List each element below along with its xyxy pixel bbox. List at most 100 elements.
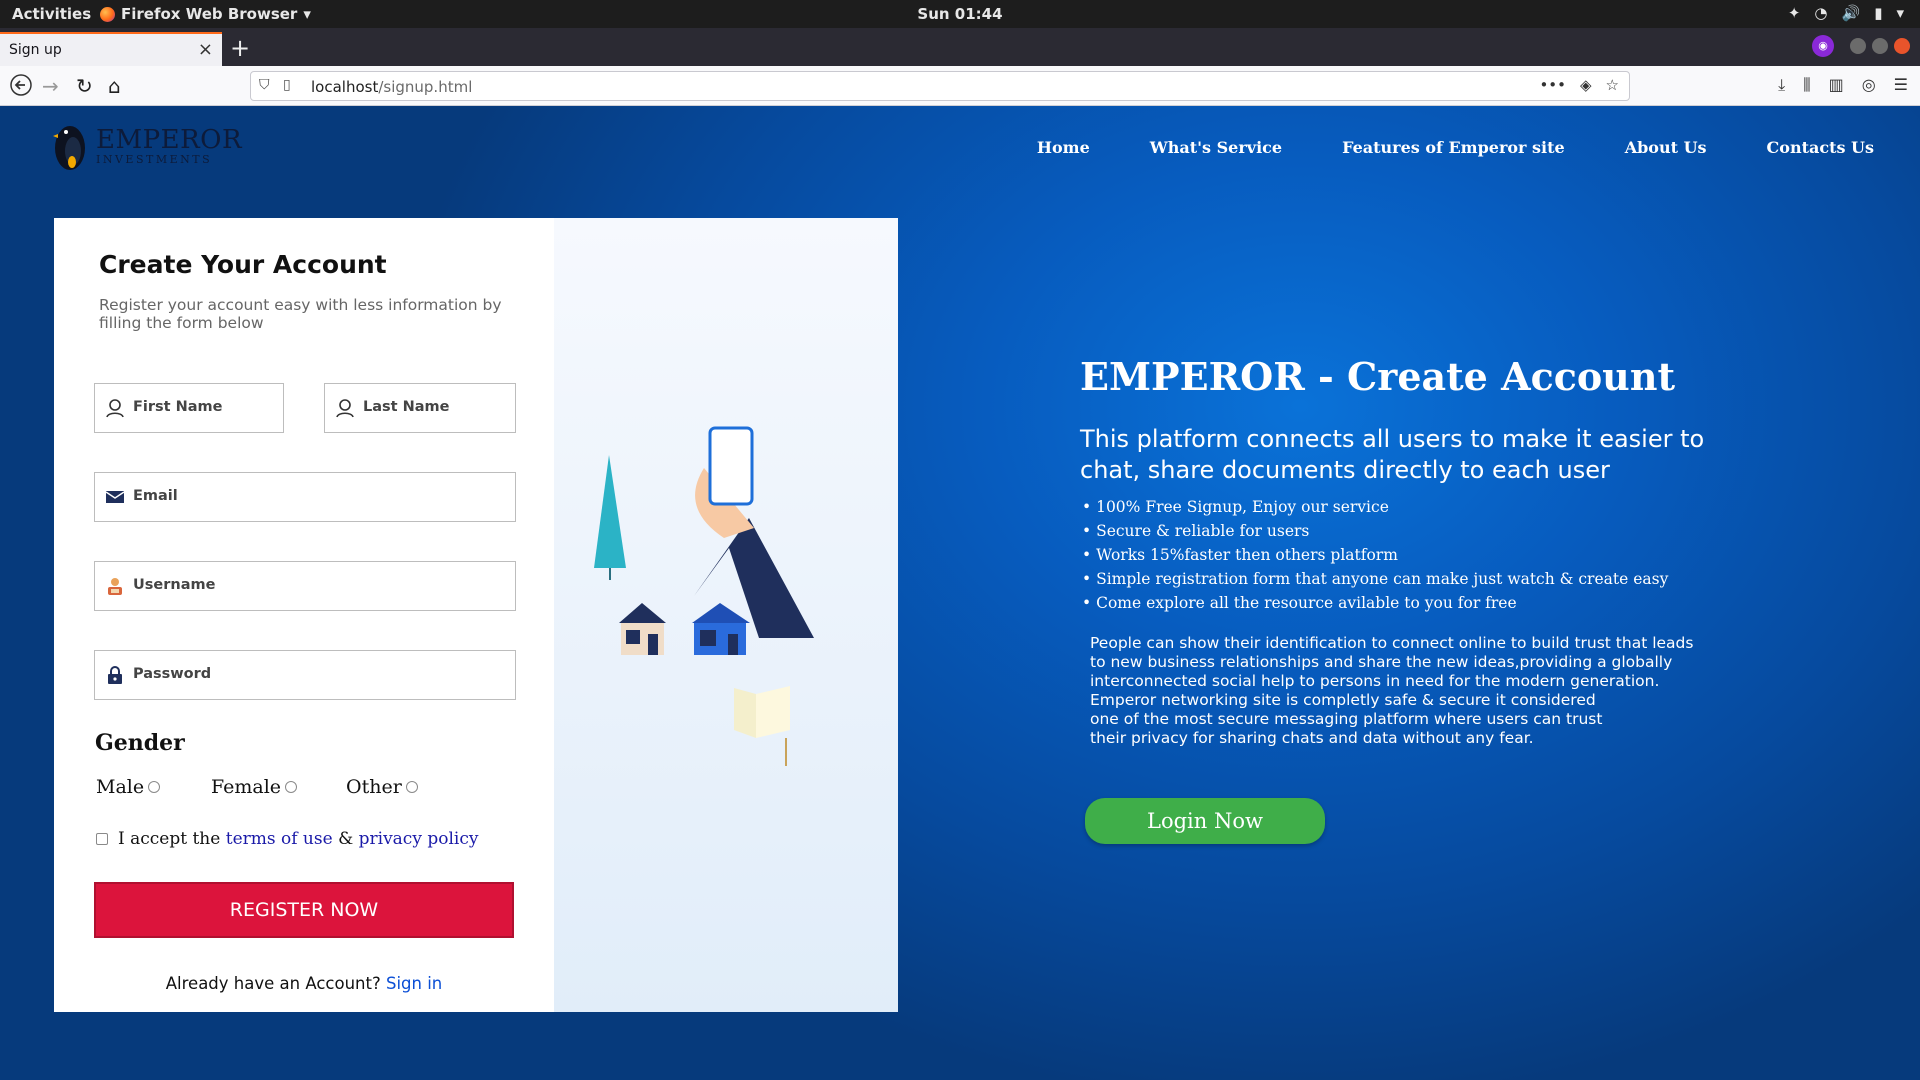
reload-button[interactable]: ↻ — [76, 74, 93, 98]
feature-item: 100% Free Signup, Enjoy our service — [1082, 498, 1668, 522]
feature-list: 100% Free Signup, Enjoy our service Secu… — [1082, 498, 1668, 618]
form-subtitle: Register your account easy with less inf… — [99, 296, 502, 332]
terms-and: & — [338, 829, 354, 849]
url-actions: ••• ◈ ☆ — [1539, 76, 1619, 94]
info-paragraph-line: interconnected social help to persons in… — [1090, 672, 1660, 690]
signin-prompt-text: Already have an Account? — [165, 974, 381, 993]
more-actions-icon[interactable]: ••• — [1539, 76, 1566, 94]
form-title: Create Your Account — [99, 250, 387, 279]
lock-icon — [108, 666, 122, 684]
downloads-icon[interactable]: ⤓ — [1778, 75, 1785, 95]
gender-male-radio[interactable] — [148, 781, 161, 793]
email-placeholder: Email — [133, 488, 178, 504]
dropbox-icon[interactable]: ✦ — [1788, 4, 1801, 22]
volume-icon[interactable]: 🔊 — [1842, 4, 1861, 22]
page-info-icon[interactable]: ▯ — [283, 77, 291, 93]
minimize-button[interactable] — [1850, 38, 1866, 54]
info-paragraph-line: Emperor networking site is completly saf… — [1090, 691, 1596, 709]
username-placeholder: Username — [133, 577, 216, 593]
first-name-field[interactable]: First Name — [94, 383, 284, 433]
navigation-toolbar: → ↻ ⌂ ⛉ ▯ localhost/signup.html ••• ◈ ☆ … — [0, 66, 1920, 106]
new-tab-button[interactable]: + — [230, 34, 250, 62]
hamburger-menu-icon[interactable]: ☰ — [1894, 75, 1908, 95]
system-top-bar: Activities Firefox Web Browser ▾ Sun 01:… — [0, 0, 1920, 28]
feature-item: Simple registration form that anyone can… — [1082, 570, 1668, 594]
nav-home[interactable]: Home — [1037, 138, 1090, 157]
private-browsing-icon: ◉ — [1812, 35, 1834, 57]
back-arrow-icon — [10, 74, 32, 96]
feature-item: Come explore all the resource avilable t… — [1082, 594, 1668, 618]
envelope-icon — [105, 491, 125, 503]
tab-title: Sign up — [9, 42, 62, 58]
site-nav: Home What's Service Features of Emperor … — [1037, 138, 1874, 157]
phone-hand-illustration — [594, 426, 814, 766]
tracking-shield-icon[interactable]: ⛉ — [259, 77, 270, 93]
username-field[interactable]: Username — [94, 561, 516, 611]
library-icon[interactable]: ⫼ — [1803, 75, 1810, 95]
info-paragraph: People can show their identification to … — [1090, 634, 1730, 748]
info-paragraph-line: to new business relationships and share … — [1090, 653, 1673, 671]
info-paragraph-line: their privacy for sharing chats and data… — [1090, 729, 1534, 747]
gender-female-radio[interactable] — [285, 781, 298, 793]
user-outline-icon — [336, 399, 354, 418]
toolbar-right: ⤓ ⫼ ▥ ◎ ☰ — [1778, 75, 1908, 95]
url-path: /signup.html — [378, 78, 473, 96]
gender-heading: Gender — [95, 730, 185, 756]
tab-signup[interactable]: Sign up × — [0, 32, 222, 66]
power-menu-icon[interactable]: ▾ — [1896, 4, 1904, 22]
page-content: EMPEROR INVESTMENTS Home What's Service … — [0, 106, 1920, 1080]
system-tray[interactable]: ✦ ◔ 🔊 ▮ ▾ — [1788, 4, 1904, 22]
gender-male-label: Male — [96, 776, 145, 798]
nav-about[interactable]: About Us — [1625, 138, 1707, 157]
info-title: EMPEROR - Create Account — [1080, 354, 1675, 399]
close-window-button[interactable] — [1894, 38, 1910, 54]
brand-name: EMPEROR — [96, 124, 243, 155]
info-paragraph-line: People can show their identification to … — [1090, 634, 1694, 652]
close-tab-icon[interactable]: × — [198, 39, 213, 60]
info-lead: This platform connects all users to make… — [1080, 425, 1705, 484]
nav-features[interactable]: Features of Emperor site — [1342, 138, 1565, 157]
user-outline-icon — [106, 399, 124, 418]
info-paragraph-line: one of the most secure messaging platfor… — [1090, 710, 1603, 728]
url-text[interactable]: localhost/signup.html — [311, 78, 472, 96]
terms-checkbox[interactable] — [96, 833, 108, 845]
password-placeholder: Password — [133, 666, 212, 682]
privacy-policy-link[interactable]: privacy policy — [359, 829, 479, 849]
email-field[interactable]: Email — [94, 472, 516, 522]
terms-prefix: I accept the — [118, 829, 221, 849]
last-name-field[interactable]: Last Name — [324, 383, 516, 433]
gender-female-option[interactable]: Female — [211, 776, 298, 798]
sidebar-icon[interactable]: ▥ — [1829, 75, 1844, 95]
feature-item: Works 15%faster then others platform — [1082, 546, 1668, 570]
signin-link[interactable]: Sign in — [386, 974, 442, 993]
battery-icon[interactable]: ▮ — [1874, 4, 1882, 22]
pocket-icon[interactable]: ◈ — [1580, 76, 1592, 94]
nav-contacts[interactable]: Contacts Us — [1767, 138, 1874, 157]
forward-button[interactable]: → — [42, 74, 59, 98]
signin-prompt: Already have an Account? Sign in — [54, 974, 554, 993]
gender-other-option[interactable]: Other — [346, 776, 418, 798]
window-controls: ◉ — [1812, 35, 1910, 57]
terms-of-use-link[interactable]: terms of use — [226, 829, 333, 849]
account-icon[interactable]: ◎ — [1862, 75, 1876, 95]
url-bar[interactable]: ⛉ ▯ localhost/signup.html ••• ◈ ☆ — [250, 71, 1630, 101]
gender-other-radio[interactable] — [405, 781, 418, 793]
clock[interactable]: Sun 01:44 — [0, 5, 1920, 23]
signup-card: Create Your Account Register your accoun… — [54, 218, 898, 1012]
nav-services[interactable]: What's Service — [1150, 138, 1282, 157]
register-button[interactable]: REGISTER NOW — [94, 882, 514, 938]
wifi-icon[interactable]: ◔ — [1814, 4, 1827, 22]
bookmark-star-icon[interactable]: ☆ — [1606, 76, 1619, 94]
brand-logo[interactable]: EMPEROR INVESTMENTS — [52, 120, 242, 172]
gender-male-option[interactable]: Male — [96, 776, 161, 798]
login-now-button[interactable]: Login Now — [1085, 798, 1325, 844]
terms-row: I accept the terms of use & privacy poli… — [96, 829, 478, 849]
password-field[interactable]: Password — [94, 650, 516, 700]
user-avatar-icon — [108, 578, 122, 595]
feature-item: Secure & reliable for users — [1082, 522, 1668, 546]
maximize-button[interactable] — [1872, 38, 1888, 54]
home-button[interactable]: ⌂ — [108, 74, 121, 98]
url-host: localhost — [311, 78, 379, 96]
back-button[interactable] — [10, 74, 32, 101]
first-name-placeholder: First Name — [133, 399, 223, 415]
